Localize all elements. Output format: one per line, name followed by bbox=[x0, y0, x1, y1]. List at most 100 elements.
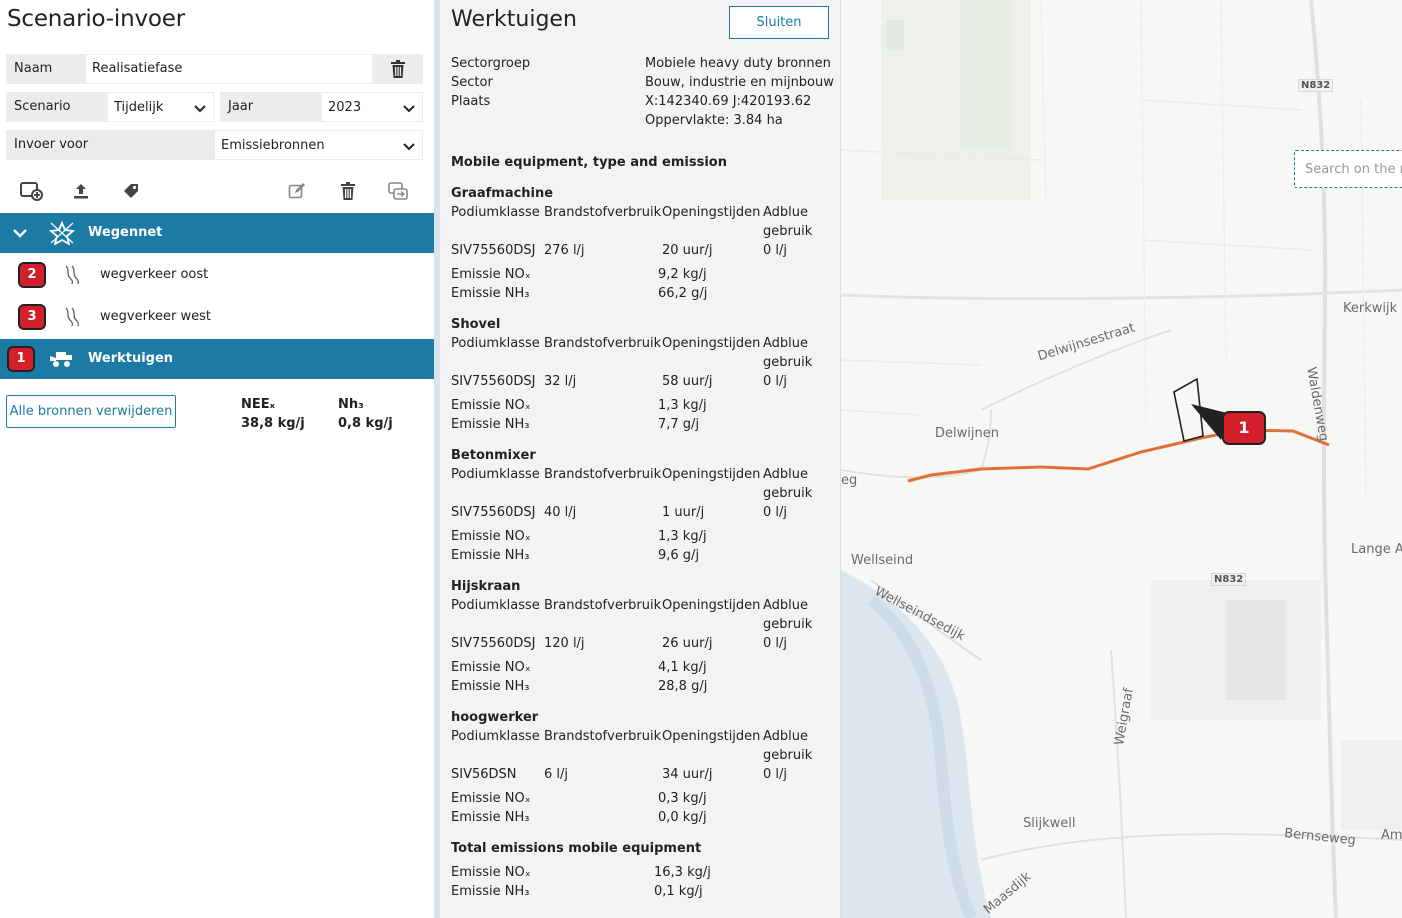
scenario-select-value: Tijdelijk bbox=[114, 100, 164, 115]
add-source-button[interactable] bbox=[18, 178, 44, 204]
delete-scenario-button[interactable] bbox=[373, 54, 423, 84]
machine-adblue: 0 l/j bbox=[763, 767, 788, 782]
input-for-row: Invoer voor Emissiebronnen bbox=[6, 130, 423, 160]
name-row: Naam Realisatiefase bbox=[6, 54, 423, 84]
emission-nh3-value: 9,6 g/j bbox=[658, 548, 700, 563]
group-badge: 1 bbox=[7, 346, 35, 372]
list-item[interactable]: 3 wegverkeer west bbox=[0, 295, 434, 337]
scenario-label: Scenario bbox=[6, 92, 107, 122]
close-button[interactable]: Sluiten bbox=[729, 6, 829, 39]
name-label: Naam bbox=[6, 54, 85, 84]
machine-fuel: 276 l/j bbox=[544, 243, 585, 258]
chevron-down-icon bbox=[403, 143, 415, 151]
group-wegennet[interactable]: Wegennet bbox=[0, 213, 434, 253]
tag-icon bbox=[124, 184, 138, 198]
input-for-select[interactable]: Emissiebronnen bbox=[214, 130, 423, 160]
column-header: Adblue bbox=[763, 729, 809, 744]
emission-nh3-value: 0,0 kg/j bbox=[658, 810, 707, 825]
source-badge: 2 bbox=[18, 262, 46, 288]
import-button[interactable] bbox=[68, 178, 94, 204]
emission-nh3-label: Emissie NH₃ bbox=[451, 679, 530, 694]
chevron-down-icon bbox=[403, 105, 415, 113]
edit-button[interactable] bbox=[284, 178, 310, 204]
emission-nh3-value: 7,7 g/j bbox=[658, 417, 700, 432]
road-icon bbox=[65, 265, 80, 285]
total-nh3-label: Nh₃ bbox=[338, 397, 364, 412]
emission-nox-label: Emissie NOₓ bbox=[451, 398, 531, 413]
total-nox-value: 38,8 kg/j bbox=[241, 416, 305, 431]
detail-title: Werktuigen bbox=[451, 7, 577, 32]
label-button[interactable] bbox=[118, 178, 144, 204]
machine-adblue: 0 l/j bbox=[763, 636, 788, 651]
map-label: Lange A bbox=[1351, 542, 1402, 557]
source-label: wegverkeer oost bbox=[100, 267, 209, 282]
total-nh3-value: 0,1 kg/j bbox=[654, 884, 703, 899]
map-canvas[interactable] bbox=[841, 0, 1402, 918]
meta-value: Bouw, industrie en mijnbouw bbox=[645, 75, 834, 90]
emission-nox-label: Emissie NOₓ bbox=[451, 791, 531, 806]
map[interactable]: N832 N832 Kerkwijk Delwijnsestraat Walde… bbox=[840, 0, 1402, 918]
add-source-icon bbox=[20, 182, 43, 201]
machine-class: SIV75560DSJ bbox=[451, 374, 536, 389]
list-item[interactable]: 2 wegverkeer oost bbox=[0, 253, 434, 295]
total-nox-label: Emissie NOₓ bbox=[451, 865, 531, 880]
copy-button[interactable] bbox=[385, 178, 411, 204]
machine-fuel: 32 l/j bbox=[544, 374, 577, 389]
column-header: gebruik bbox=[763, 224, 813, 239]
total-nh3: Nh₃ 0,8 kg/j bbox=[338, 395, 393, 433]
scenario-row: Scenario Tijdelijk Jaar 2023 bbox=[6, 92, 423, 122]
machine-fuel: 6 l/j bbox=[544, 767, 569, 782]
column-header: Podiumklasse bbox=[451, 467, 540, 482]
map-label: Wellseind bbox=[851, 553, 914, 568]
scenario-select[interactable]: Tijdelijk bbox=[107, 92, 214, 122]
column-header: Adblue bbox=[763, 336, 809, 351]
machine-name: Shovel bbox=[451, 317, 501, 332]
map-label: Delwijnen bbox=[935, 426, 999, 441]
column-header: Openingstijden bbox=[662, 598, 761, 613]
machine-name: Betonmixer bbox=[451, 448, 536, 463]
map-source-marker[interactable]: 1 bbox=[1222, 411, 1266, 445]
year-select[interactable]: 2023 bbox=[321, 92, 423, 122]
column-header: Brandstofverbruik bbox=[544, 467, 662, 482]
column-header: Podiumklasse bbox=[451, 598, 540, 613]
remove-all-sources-button[interactable]: Alle bronnen verwijderen bbox=[6, 395, 176, 428]
column-header: Brandstofverbruik bbox=[544, 205, 662, 220]
emission-nox-value: 9,2 kg/j bbox=[658, 267, 707, 282]
column-header: Brandstofverbruik bbox=[544, 336, 662, 351]
machine-name: Graafmachine bbox=[451, 186, 554, 201]
column-header: Adblue bbox=[763, 205, 809, 220]
emission-nh3-label: Emissie NH₃ bbox=[451, 548, 530, 563]
road-network-icon bbox=[49, 221, 75, 245]
column-header: Brandstofverbruik bbox=[544, 729, 662, 744]
meta-key: Sector bbox=[451, 75, 493, 90]
meta-key: Plaats bbox=[451, 94, 491, 109]
upload-icon bbox=[74, 184, 88, 199]
group-label: Werktuigen bbox=[88, 351, 174, 366]
machine-class: SIV56DSN bbox=[451, 767, 517, 782]
machine-name: hoogwerker bbox=[451, 710, 539, 725]
section-title: Mobile equipment, type and emission bbox=[451, 155, 727, 170]
group-werktuigen[interactable]: 1 Werktuigen bbox=[0, 339, 434, 379]
column-header: Openingstijden bbox=[662, 467, 761, 482]
trash-icon bbox=[391, 60, 405, 78]
column-header: gebruik bbox=[763, 617, 813, 632]
column-header: gebruik bbox=[763, 748, 813, 763]
meta-key: Sectorgroep bbox=[451, 56, 531, 71]
emission-nox-label: Emissie NOₓ bbox=[451, 267, 531, 282]
scenario-panel: Scenario-invoer Naam Realisatiefase Scen… bbox=[0, 0, 434, 918]
emission-nox-value: 0,3 kg/j bbox=[658, 791, 707, 806]
copy-icon bbox=[388, 182, 408, 200]
total-nox: NEEₓ 38,8 kg/j bbox=[241, 395, 305, 433]
column-header: Openingstijden bbox=[662, 729, 761, 744]
column-header: Podiumklasse bbox=[451, 729, 540, 744]
map-search-input[interactable]: Search on the map bbox=[1294, 150, 1402, 188]
column-header: Podiumklasse bbox=[451, 205, 540, 220]
chevron-down-icon bbox=[13, 229, 27, 238]
delete-button[interactable] bbox=[335, 178, 361, 204]
machine-hours: 58 uur/j bbox=[662, 374, 713, 389]
meta-value: X:142340.69 J:420193.62 bbox=[645, 94, 812, 109]
meta-value: Oppervlakte: 3.84 ha bbox=[645, 113, 783, 128]
name-input[interactable]: Realisatiefase bbox=[85, 54, 373, 84]
group-label: Wegennet bbox=[88, 225, 163, 240]
map-label: Kerkwijk bbox=[1343, 301, 1398, 316]
